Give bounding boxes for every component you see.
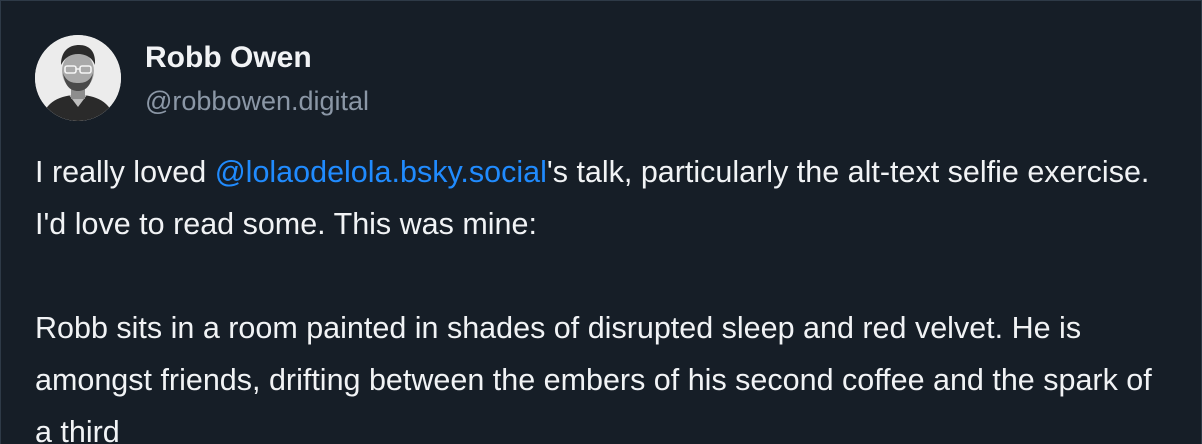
mention-link[interactable]: @lolaodelola.bsky.social	[215, 155, 547, 189]
avatar-photo	[35, 35, 121, 121]
author-handle[interactable]: @robbowen.digital	[145, 84, 369, 118]
post-text: I really loved @lolaodelola.bsky.social'…	[35, 146, 1175, 444]
author-display-name[interactable]: Robb Owen	[145, 40, 312, 76]
avatar[interactable]	[35, 35, 121, 121]
post-paragraph-1: I really loved @lolaodelola.bsky.social'…	[35, 146, 1175, 250]
post-card: Robb Owen @robbowen.digital I really lov…	[0, 0, 1202, 444]
post-paragraph-2: Robb sits in a room painted in shades of…	[35, 311, 1152, 444]
post-text-intro: I really loved	[35, 155, 215, 189]
